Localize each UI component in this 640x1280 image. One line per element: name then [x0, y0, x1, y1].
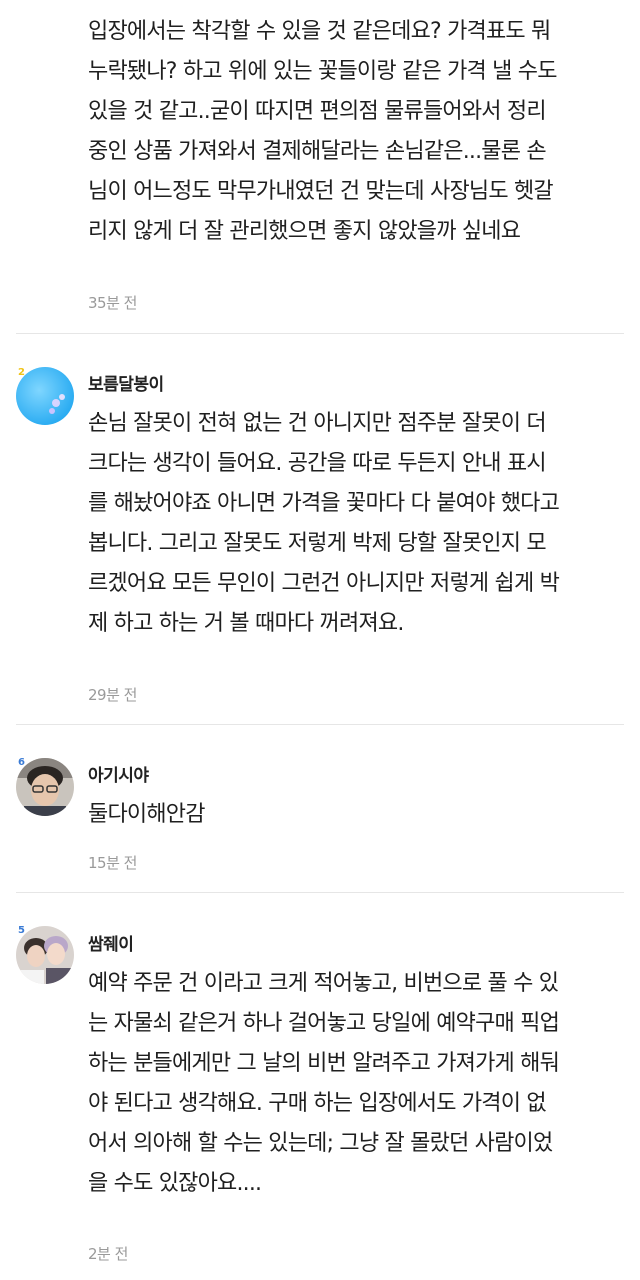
comment-timestamp: 29분 전 [88, 686, 137, 704]
comment-timestamp: 15분 전 [88, 854, 137, 872]
comment-author[interactable]: 아기시야 [88, 761, 149, 786]
comment-line: 누락됐나? 하고 위에 있는 꽃들이랑 같은 가격 낼 수도 [88, 59, 557, 84]
comment-line: 둘다이해안감 [88, 802, 205, 827]
comment-line: 봅니다. 그리고 잘못도 저렇게 박제 당할 잘못인지 모 [88, 531, 547, 556]
comment-body: 손님 잘못이 전혀 없는 건 아니지만 점주분 잘못이 더 크다는 생각이 들어… [88, 404, 633, 644]
comment-author[interactable]: 쌈줴이 [88, 930, 134, 955]
comment-line: 을 수도 있잖아요.... [88, 1171, 262, 1196]
duo-photo-avatar-icon[interactable] [16, 926, 74, 984]
comment-line: 예약 주문 건 이라고 크게 적어놓고, 비번으로 풀 수 있 [88, 971, 559, 996]
divider [16, 724, 624, 725]
comment-line: 야 된다고 생각해요. 구매 하는 입장에서도 가격이 없 [88, 1091, 547, 1116]
comment-timestamp: 35분 전 [88, 294, 137, 312]
comment-author[interactable]: 보름달봉이 [88, 370, 164, 395]
comment-timestamp: 2분 전 [88, 1245, 128, 1263]
comment-line: 님이 어느정도 막무가내였던 건 맞는데 사장님도 헷갈 [88, 179, 554, 204]
comment-line: 입장에서는 착각할 수 있을 것 같은데요? 가격표도 뭐 [88, 19, 551, 44]
comment-line: 크다는 생각이 들어요. 공간을 따로 두든지 안내 표시 [88, 451, 547, 476]
comment-line: 하는 분들에게만 그 날의 비번 알려주고 가져가게 해둬 [88, 1051, 560, 1076]
comment-line: 중인 상품 가져와서 결제해달라는 손님같은...물론 손 [88, 139, 547, 164]
comment-line: 손님 잘못이 전혀 없는 건 아니지만 점주분 잘못이 더 [88, 411, 547, 436]
comment-line: 는 자물쇠 같은거 하나 걸어놓고 당일에 예약구매 픽업 [88, 1011, 560, 1036]
comment-body: 예약 주문 건 이라고 크게 적어놓고, 비번으로 풀 수 있 는 자물쇠 같은… [88, 964, 633, 1204]
person-photo-avatar-icon[interactable] [16, 758, 74, 816]
comment-body: 입장에서는 착각할 수 있을 것 같은데요? 가격표도 뭐 누락됐나? 하고 위… [88, 12, 633, 252]
comment-line: 제 하고 하는 거 볼 때마다 꺼려져요. [88, 611, 404, 636]
blue-bubble-avatar-icon[interactable] [16, 367, 74, 425]
comment-line: 리지 않게 더 잘 관리했으면 좋지 않았을까 싶네요 [88, 219, 521, 244]
divider [16, 892, 624, 893]
comment-body: 둘다이해안감 [88, 795, 633, 835]
comment-line: 를 해놨어야죠 아니면 가격을 꽃마다 다 붙여야 했다고 [88, 491, 560, 516]
divider [16, 333, 624, 334]
comment-line: 르겠어요 모든 무인이 그런건 아니지만 저렇게 쉽게 박 [88, 571, 560, 596]
comment-line: 있을 것 같고..굳이 따지면 편의점 물류들어와서 정리 [88, 99, 547, 124]
comment-line: 어서 의아해 할 수는 있는데; 그냥 잘 몰랐던 사람이었 [88, 1131, 553, 1156]
